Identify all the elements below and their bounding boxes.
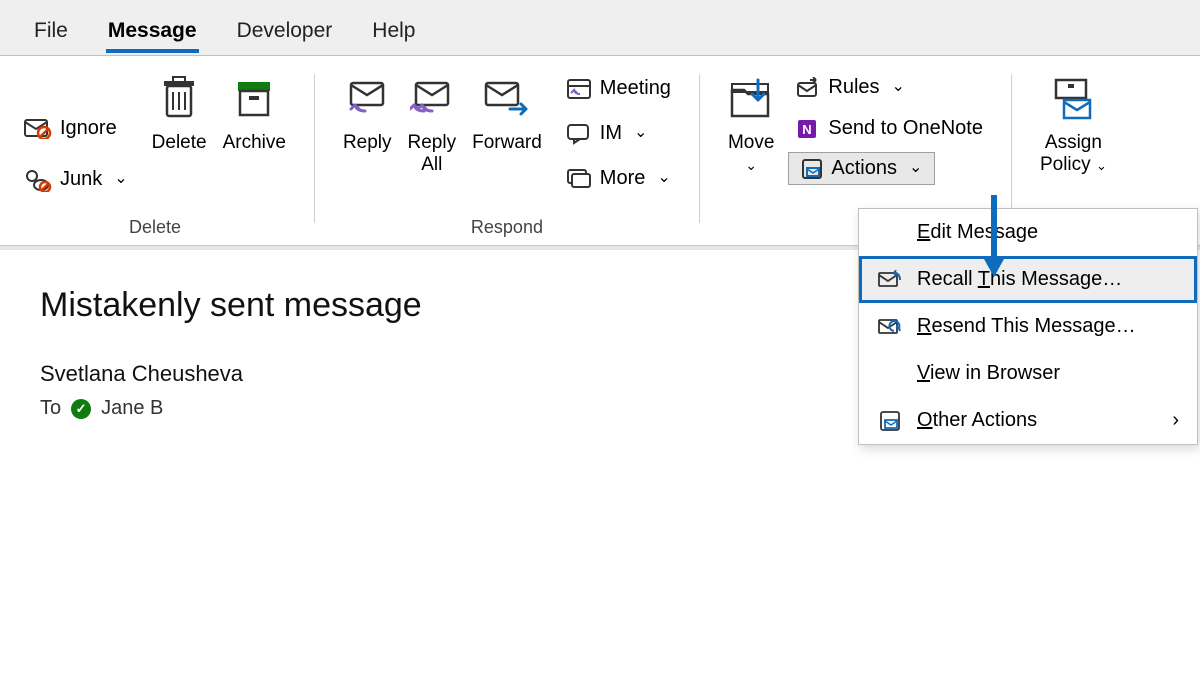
reply-button[interactable]: Reply — [335, 68, 400, 238]
other-actions-label: Other Actions — [917, 409, 1037, 432]
tab-bar: File Message Developer Help — [0, 0, 1200, 56]
policy-icon — [1050, 72, 1096, 126]
forward-icon — [482, 72, 532, 126]
more-label: More — [600, 167, 646, 190]
tab-help[interactable]: Help — [352, 9, 435, 55]
group-delete: Ignore Junk Delete Archive — [10, 68, 300, 238]
onenote-icon: N — [796, 118, 820, 140]
rules-icon — [796, 77, 820, 99]
separator — [699, 74, 700, 223]
to-label: To — [40, 397, 61, 420]
arrow-annotation — [984, 195, 1004, 279]
onenote-button[interactable]: N Send to OneNote — [788, 111, 991, 146]
reply-all-label: Reply All — [408, 132, 457, 176]
chevron-right-icon: › — [1172, 409, 1179, 432]
archive-label: Archive — [223, 132, 286, 154]
reply-all-icon — [410, 72, 454, 126]
recipient-name: Jane B — [101, 397, 163, 420]
assign-policy-label: Assign Policy ⌄ — [1040, 132, 1107, 176]
separator — [314, 74, 315, 223]
ignore-label: Ignore — [60, 117, 117, 140]
group-respond-label: Respond — [329, 217, 685, 238]
archive-icon — [234, 72, 274, 126]
menu-edit-message[interactable]: Edit Message — [859, 209, 1197, 256]
junk-label: Junk — [60, 168, 102, 191]
tab-file[interactable]: File — [14, 9, 88, 55]
ignore-button[interactable]: Ignore — [16, 111, 136, 146]
reply-label: Reply — [343, 132, 392, 154]
presence-icon — [71, 399, 91, 419]
actions-icon — [801, 158, 823, 180]
view-browser-label: View in Browser — [917, 362, 1060, 385]
meeting-button[interactable]: Meeting — [558, 70, 679, 106]
group-delete-label: Delete — [10, 217, 300, 238]
rules-button[interactable]: Rules — [788, 70, 991, 105]
trash-icon — [159, 72, 199, 126]
actions-dropdown: Edit Message Recall This Message… Resend… — [858, 208, 1198, 445]
menu-view-in-browser[interactable]: View in Browser — [859, 350, 1197, 397]
group-respond: Reply Reply All Forward Meetin — [329, 68, 685, 238]
junk-icon — [24, 168, 52, 192]
separator — [1011, 74, 1012, 223]
rules-label: Rules — [828, 76, 879, 99]
delete-label: Delete — [152, 132, 207, 154]
reply-all-button[interactable]: Reply All — [400, 68, 465, 238]
tab-message[interactable]: Message — [88, 9, 217, 55]
recall-icon — [877, 270, 903, 290]
svg-text:N: N — [803, 122, 812, 137]
more-button[interactable]: More — [558, 161, 679, 196]
menu-other-actions[interactable]: Other Actions › — [859, 397, 1197, 444]
resend-icon — [877, 317, 903, 337]
im-button[interactable]: IM — [558, 116, 679, 151]
move-icon — [728, 72, 774, 126]
reply-icon — [345, 72, 389, 126]
chat-icon — [566, 123, 592, 145]
move-label: Move⌄ — [728, 132, 774, 176]
archive-button[interactable]: Archive — [215, 68, 294, 238]
delete-button[interactable]: Delete — [144, 68, 215, 238]
calendar-icon — [566, 76, 592, 100]
recall-message-label: Recall This Message… — [917, 268, 1122, 291]
other-actions-icon — [877, 410, 903, 432]
menu-recall-message[interactable]: Recall This Message… — [859, 256, 1197, 303]
forward-label: Forward — [472, 132, 542, 154]
ignore-icon — [24, 117, 52, 139]
actions-label: Actions — [831, 157, 897, 180]
actions-button[interactable]: Actions — [788, 152, 935, 185]
move-button[interactable]: Move⌄ — [720, 68, 782, 238]
junk-button[interactable]: Junk — [16, 162, 136, 198]
more-icon — [566, 168, 592, 190]
tab-developer[interactable]: Developer — [217, 9, 353, 55]
forward-button[interactable]: Forward — [464, 68, 550, 238]
resend-message-label: Resend This Message… — [917, 315, 1136, 338]
edit-message-label: Edit Message — [917, 221, 1038, 244]
menu-resend-message[interactable]: Resend This Message… — [859, 303, 1197, 350]
im-label: IM — [600, 122, 622, 145]
onenote-label: Send to OneNote — [828, 117, 983, 140]
meeting-label: Meeting — [600, 77, 671, 100]
